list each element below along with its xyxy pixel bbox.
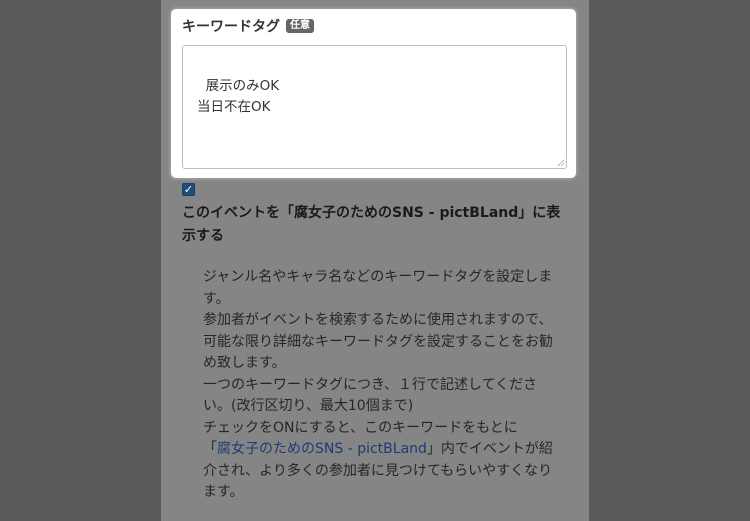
keyword-tags-textarea[interactable]: 展示のみOK 当日不在OK (182, 45, 567, 169)
pictbland-link[interactable]: 腐女子のためのSNS - pictBLand (217, 441, 427, 457)
help-bracket-open: 「 (203, 441, 217, 457)
show-on-sns-label[interactable]: このイベントを「腐女子のためのSNS - pictBLand」に表示する (182, 202, 574, 248)
keyword-field-label-text: キーワードタグ (182, 19, 280, 35)
show-on-sns-checkbox[interactable]: ✓ (182, 183, 195, 196)
help-line: チェックをONにすると、このキーワードをもとに (203, 419, 518, 436)
keyword-tags-value: 展示のみOK 当日不在OK (197, 78, 280, 115)
help-line: 一つのキーワードタグにつき、１行で記述してください。(改行区切り、最大10個まで… (203, 376, 538, 415)
help-line: 参加者がイベントを検索するために使用されますので、可能な限り詳細なキーワードタグ… (203, 312, 553, 371)
resize-grip-icon[interactable] (557, 159, 564, 166)
keyword-field-label: キーワードタグ 任意 (182, 16, 314, 36)
help-line: 「腐女子のためのSNS - pictBLand」内でイベントが紹介され、より多く… (203, 439, 553, 504)
optional-badge: 任意 (286, 19, 314, 33)
keyword-help-text: ジャンル名やキャラ名などのキーワードタグを設定します。 参加者がイベントを検索す… (203, 267, 553, 504)
checkmark-icon: ✓ (183, 183, 194, 196)
help-line: ジャンル名やキャラ名などのキーワードタグを設定します。 (203, 269, 553, 307)
